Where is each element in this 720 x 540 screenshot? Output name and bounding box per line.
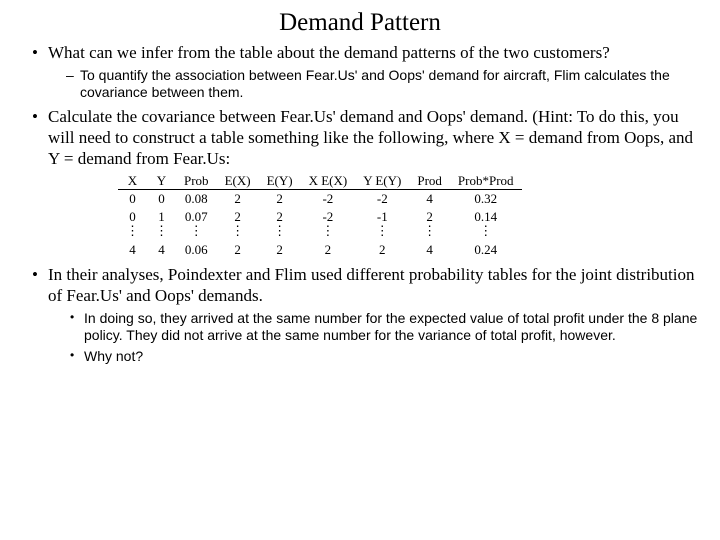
bullet-1-text: What can we infer from the table about t… xyxy=(48,43,610,62)
bullet-3: In their analyses, Poindexter and Flim u… xyxy=(36,265,702,366)
table-row: 0 0 0.08 2 2 -2 -2 4 0.32 xyxy=(118,190,522,208)
bullet-3a: In doing so, they arrived at the same nu… xyxy=(74,310,702,344)
th-x: X xyxy=(118,172,147,190)
th-ex: E(X) xyxy=(217,172,259,190)
sublist-1: To quantify the association between Fear… xyxy=(58,67,702,101)
th-y: Y xyxy=(147,172,176,190)
th-yey: Y E(Y) xyxy=(355,172,409,190)
table-row: 4 4 0.06 2 2 2 2 4 0.24 xyxy=(118,241,522,259)
th-prob: Prob xyxy=(176,172,217,190)
table-header-row: X Y Prob E(X) E(Y) X E(X) Y E(Y) Prod Pr… xyxy=(118,172,522,190)
th-probprod: Prob*Prod xyxy=(450,172,522,190)
bullet-2-text: Calculate the covariance between Fear.Us… xyxy=(48,107,702,169)
th-xex: X E(X) xyxy=(301,172,356,190)
bullet-3-text: In their analyses, Poindexter and Flim u… xyxy=(48,265,695,305)
covariance-table-wrap: X Y Prob E(X) E(Y) X E(X) Y E(Y) Prod Pr… xyxy=(118,172,702,259)
th-ey: E(Y) xyxy=(259,172,301,190)
bullet-list: What can we infer from the table about t… xyxy=(18,43,702,366)
covariance-table: X Y Prob E(X) E(Y) X E(X) Y E(Y) Prod Pr… xyxy=(118,172,522,259)
th-prod: Prod xyxy=(409,172,450,190)
table-row: 0 1 0.07 2 2 -2 -1 2 0.14 xyxy=(118,208,522,226)
bullet-3b: Why not? xyxy=(74,348,702,365)
bullet-1: What can we infer from the table about t… xyxy=(36,43,702,102)
table-row-ellipsis: ⋮ ⋮ ⋮ ⋮ ⋮ ⋮ ⋮ ⋮ ⋮ xyxy=(118,226,522,241)
page-title: Demand Pattern xyxy=(18,8,702,39)
bullet-2: Calculate the covariance between Fear.Us… xyxy=(36,107,702,258)
sublist-3: In doing so, they arrived at the same nu… xyxy=(58,310,702,365)
bullet-1a: To quantify the association between Fear… xyxy=(70,67,702,101)
